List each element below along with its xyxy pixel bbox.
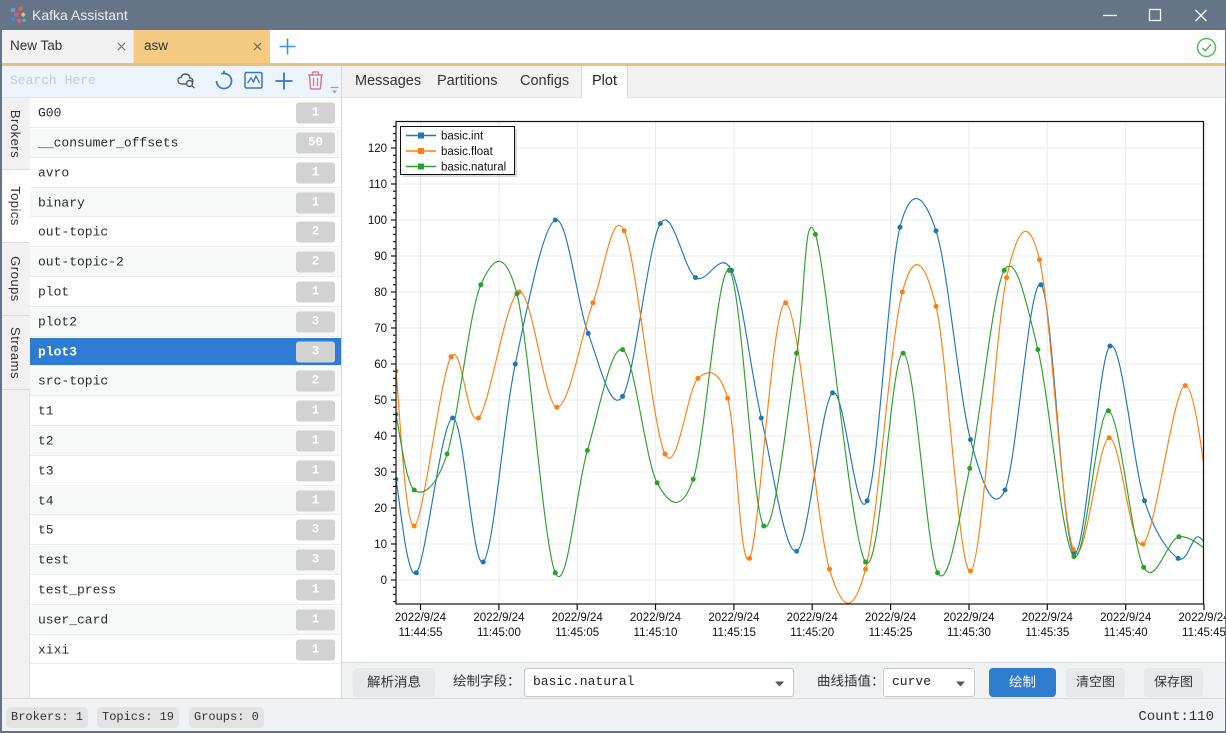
svg-text:2022/9/24: 2022/9/24 [395, 612, 447, 624]
svg-text:2022/9/24: 2022/9/24 [1100, 612, 1152, 624]
svg-text:30: 30 [374, 467, 387, 479]
svg-text:11:45:40: 11:45:40 [1104, 627, 1148, 639]
svg-text:11:45:05: 11:45:05 [555, 627, 599, 639]
svg-text:0: 0 [381, 575, 387, 587]
svg-text:2022/9/24: 2022/9/24 [865, 612, 917, 624]
svg-text:11:45:20: 11:45:20 [790, 627, 834, 639]
svg-text:2022/9/24: 2022/9/24 [708, 612, 760, 624]
svg-text:50: 50 [374, 395, 387, 407]
svg-text:2022/9/24: 2022/9/24 [787, 612, 839, 624]
svg-text:basic.natural: basic.natural [441, 162, 506, 174]
svg-text:11:45:00: 11:45:00 [477, 627, 521, 639]
svg-text:2022/9/24: 2022/9/24 [1178, 612, 1226, 624]
svg-text:70: 70 [374, 323, 387, 335]
svg-text:basic.float: basic.float [441, 146, 494, 158]
svg-text:2022/9/24: 2022/9/24 [1022, 612, 1074, 624]
svg-text:40: 40 [374, 431, 387, 443]
svg-text:20: 20 [374, 503, 387, 515]
svg-text:11:45:10: 11:45:10 [634, 627, 678, 639]
svg-text:11:45:30: 11:45:30 [947, 627, 991, 639]
svg-text:2022/9/24: 2022/9/24 [630, 612, 682, 624]
svg-text:120: 120 [368, 143, 387, 155]
svg-text:10: 10 [374, 539, 387, 551]
svg-text:11:45:25: 11:45:25 [869, 627, 913, 639]
svg-text:2022/9/24: 2022/9/24 [943, 612, 995, 624]
svg-text:80: 80 [374, 287, 387, 299]
svg-text:11:45:35: 11:45:35 [1025, 627, 1069, 639]
svg-text:11:45:15: 11:45:15 [712, 627, 756, 639]
svg-text:2022/9/24: 2022/9/24 [552, 612, 604, 624]
svg-text:110: 110 [369, 179, 387, 191]
svg-text:2022/9/24: 2022/9/24 [473, 612, 525, 624]
svg-text:11:44:55: 11:44:55 [399, 627, 443, 639]
svg-text:100: 100 [368, 215, 387, 227]
svg-text:90: 90 [374, 251, 387, 263]
svg-text:11:45:45: 11:45:45 [1182, 627, 1226, 639]
svg-text:basic.int: basic.int [441, 131, 484, 143]
svg-text:60: 60 [374, 359, 387, 371]
